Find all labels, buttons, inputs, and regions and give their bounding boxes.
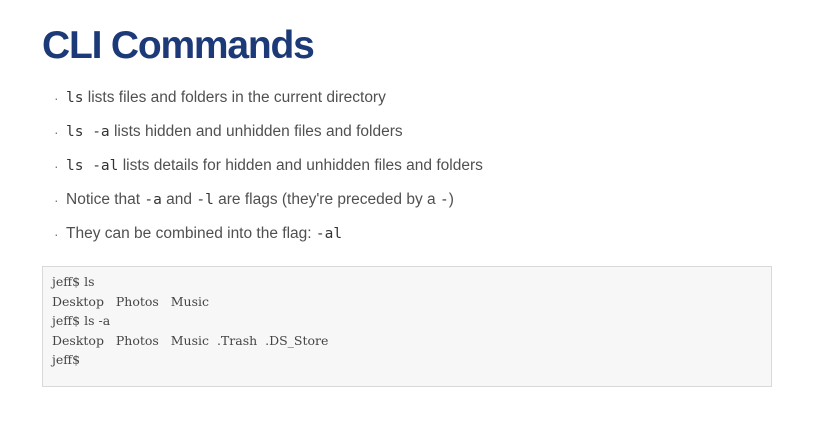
- code-snippet: -al: [315, 226, 343, 242]
- bullet-ls: · ls lists files and folders in the curr…: [42, 84, 483, 118]
- bullet-dot: ·: [54, 124, 59, 140]
- code-snippet: ls: [66, 90, 84, 106]
- bullet-dot: ·: [54, 192, 59, 208]
- code-snippet: -: [439, 192, 449, 208]
- terminal-line: jeff$ ls -a: [52, 313, 111, 328]
- code-snippet: -a: [144, 192, 162, 208]
- bullet-ls-al: · ls -al lists details for hidden and un…: [42, 152, 483, 186]
- code-snippet: ls -al: [66, 158, 119, 174]
- bullet-text: lists files and folders in the current d…: [83, 89, 386, 106]
- bullet-text: lists hidden and unhidden files and fold…: [109, 123, 403, 140]
- bullet-text: They can be combined into the flag:: [66, 225, 316, 242]
- terminal-output-box: jeff$ ls Desktop Photos Music jeff$ ls -…: [42, 266, 772, 387]
- bullet-text: ): [448, 191, 454, 208]
- bullet-text: Notice that: [66, 191, 145, 208]
- bullet-dot: ·: [54, 158, 59, 174]
- bullet-dot: ·: [54, 90, 59, 106]
- code-snippet: ls -a: [66, 124, 110, 140]
- terminal-line: jeff$ ls: [52, 274, 95, 289]
- slide: CLI Commands · ls lists files and folder…: [0, 0, 818, 433]
- bullet-dot: ·: [54, 226, 59, 242]
- code-snippet: -l: [196, 192, 214, 208]
- terminal-line: jeff$: [52, 352, 81, 367]
- bullet-text: are flags (they're preceded by a: [213, 191, 440, 208]
- bullet-text: lists details for hidden and unhidden fi…: [118, 157, 483, 174]
- terminal-line: Desktop Photos Music: [52, 293, 210, 309]
- slide-title: CLI Commands: [42, 24, 315, 67]
- bullet-list: · ls lists files and folders in the curr…: [42, 84, 483, 254]
- bullet-flags-note: · Notice that -a and -l are flags (they'…: [42, 186, 483, 220]
- bullet-text: and: [161, 191, 197, 208]
- bullet-ls-a: · ls -a lists hidden and unhidden files …: [42, 118, 483, 152]
- bullet-combined-flag: · They can be combined into the flag: -a…: [42, 220, 483, 254]
- terminal-line: Desktop Photos Music .Trash .DS_Store: [52, 332, 329, 348]
